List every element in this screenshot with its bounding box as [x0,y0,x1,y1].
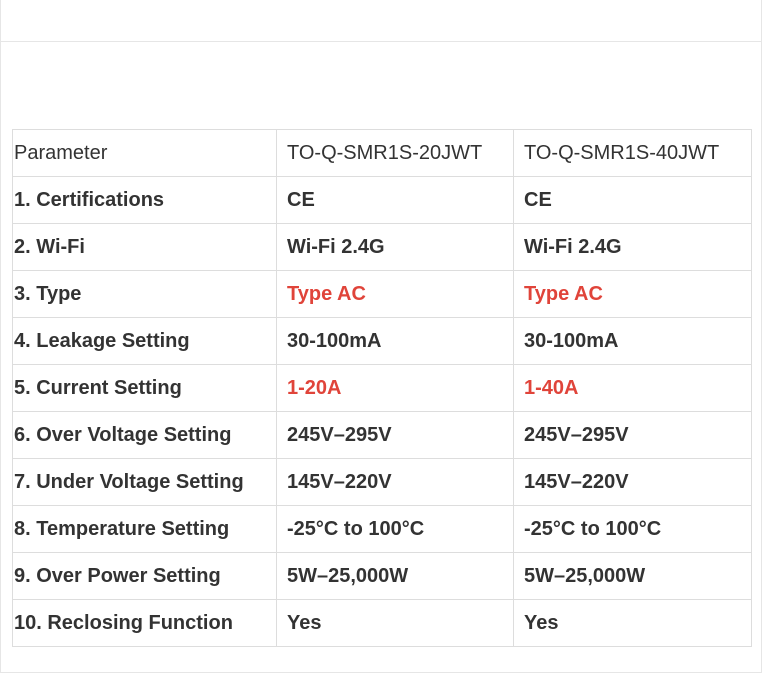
table-row: 5. Current Setting 1-20A 1-40A [12,364,752,412]
header-model-1: TO-Q-SMR1S-20JWT [276,129,514,177]
row-model-2-value: 30-100mA [513,317,752,365]
row-model-1-value: 5W–25,000W [276,552,514,600]
row-model-2-value: 245V–295V [513,411,752,459]
row-parameter: 5. Current Setting [12,364,277,412]
row-model-2-value: Wi-Fi 2.4G [513,223,752,271]
row-model-2-value: CE [513,176,752,224]
row-parameter: 10. Reclosing Function [12,599,277,647]
row-model-2-value: 145V–220V [513,458,752,506]
table-header-row: Parameter TO-Q-SMR1S-20JWT TO-Q-SMR1S-40… [12,129,752,177]
spec-table: Parameter TO-Q-SMR1S-20JWT TO-Q-SMR1S-40… [12,129,752,647]
row-model-2-value: -25°C to 100°C [513,505,752,553]
row-parameter: 4. Leakage Setting [12,317,277,365]
row-parameter: 7. Under Voltage Setting [12,458,277,506]
table-row: 3. Type Type AC Type AC [12,270,752,318]
row-parameter: 8. Temperature Setting [12,505,277,553]
row-model-1-value: Wi-Fi 2.4G [276,223,514,271]
row-parameter: 6. Over Voltage Setting [12,411,277,459]
table-row: 9. Over Power Setting 5W–25,000W 5W–25,0… [12,552,752,600]
row-model-1-value: 245V–295V [276,411,514,459]
row-model-2-value: 5W–25,000W [513,552,752,600]
row-model-1-value: 1-20A [276,364,514,412]
table-row: 7. Under Voltage Setting 145V–220V 145V–… [12,458,752,506]
table-row: 4. Leakage Setting 30-100mA 30-100mA [12,317,752,365]
table-row: 2. Wi-Fi Wi-Fi 2.4G Wi-Fi 2.4G [12,223,752,271]
row-model-1-value: Type AC [276,270,514,318]
row-model-1-value: Yes [276,599,514,647]
table-row: 6. Over Voltage Setting 245V–295V 245V–2… [12,411,752,459]
header-parameter: Parameter [12,129,277,177]
row-model-2-value: Yes [513,599,752,647]
table-row: 1. Certifications CE CE [12,176,752,224]
table-row: 10. Reclosing Function Yes Yes [12,599,752,647]
header-model-2: TO-Q-SMR1S-40JWT [513,129,752,177]
row-parameter: 3. Type [12,270,277,318]
row-parameter: 9. Over Power Setting [12,552,277,600]
row-model-1-value: 145V–220V [276,458,514,506]
table-row: 8. Temperature Setting -25°C to 100°C -2… [12,505,752,553]
row-model-2-value: Type AC [513,270,752,318]
top-divider [1,41,761,42]
row-model-1-value: CE [276,176,514,224]
row-parameter: 2. Wi-Fi [12,223,277,271]
row-model-2-value: 1-40A [513,364,752,412]
row-parameter: 1. Certifications [12,176,277,224]
row-model-1-value: 30-100mA [276,317,514,365]
row-model-1-value: -25°C to 100°C [276,505,514,553]
